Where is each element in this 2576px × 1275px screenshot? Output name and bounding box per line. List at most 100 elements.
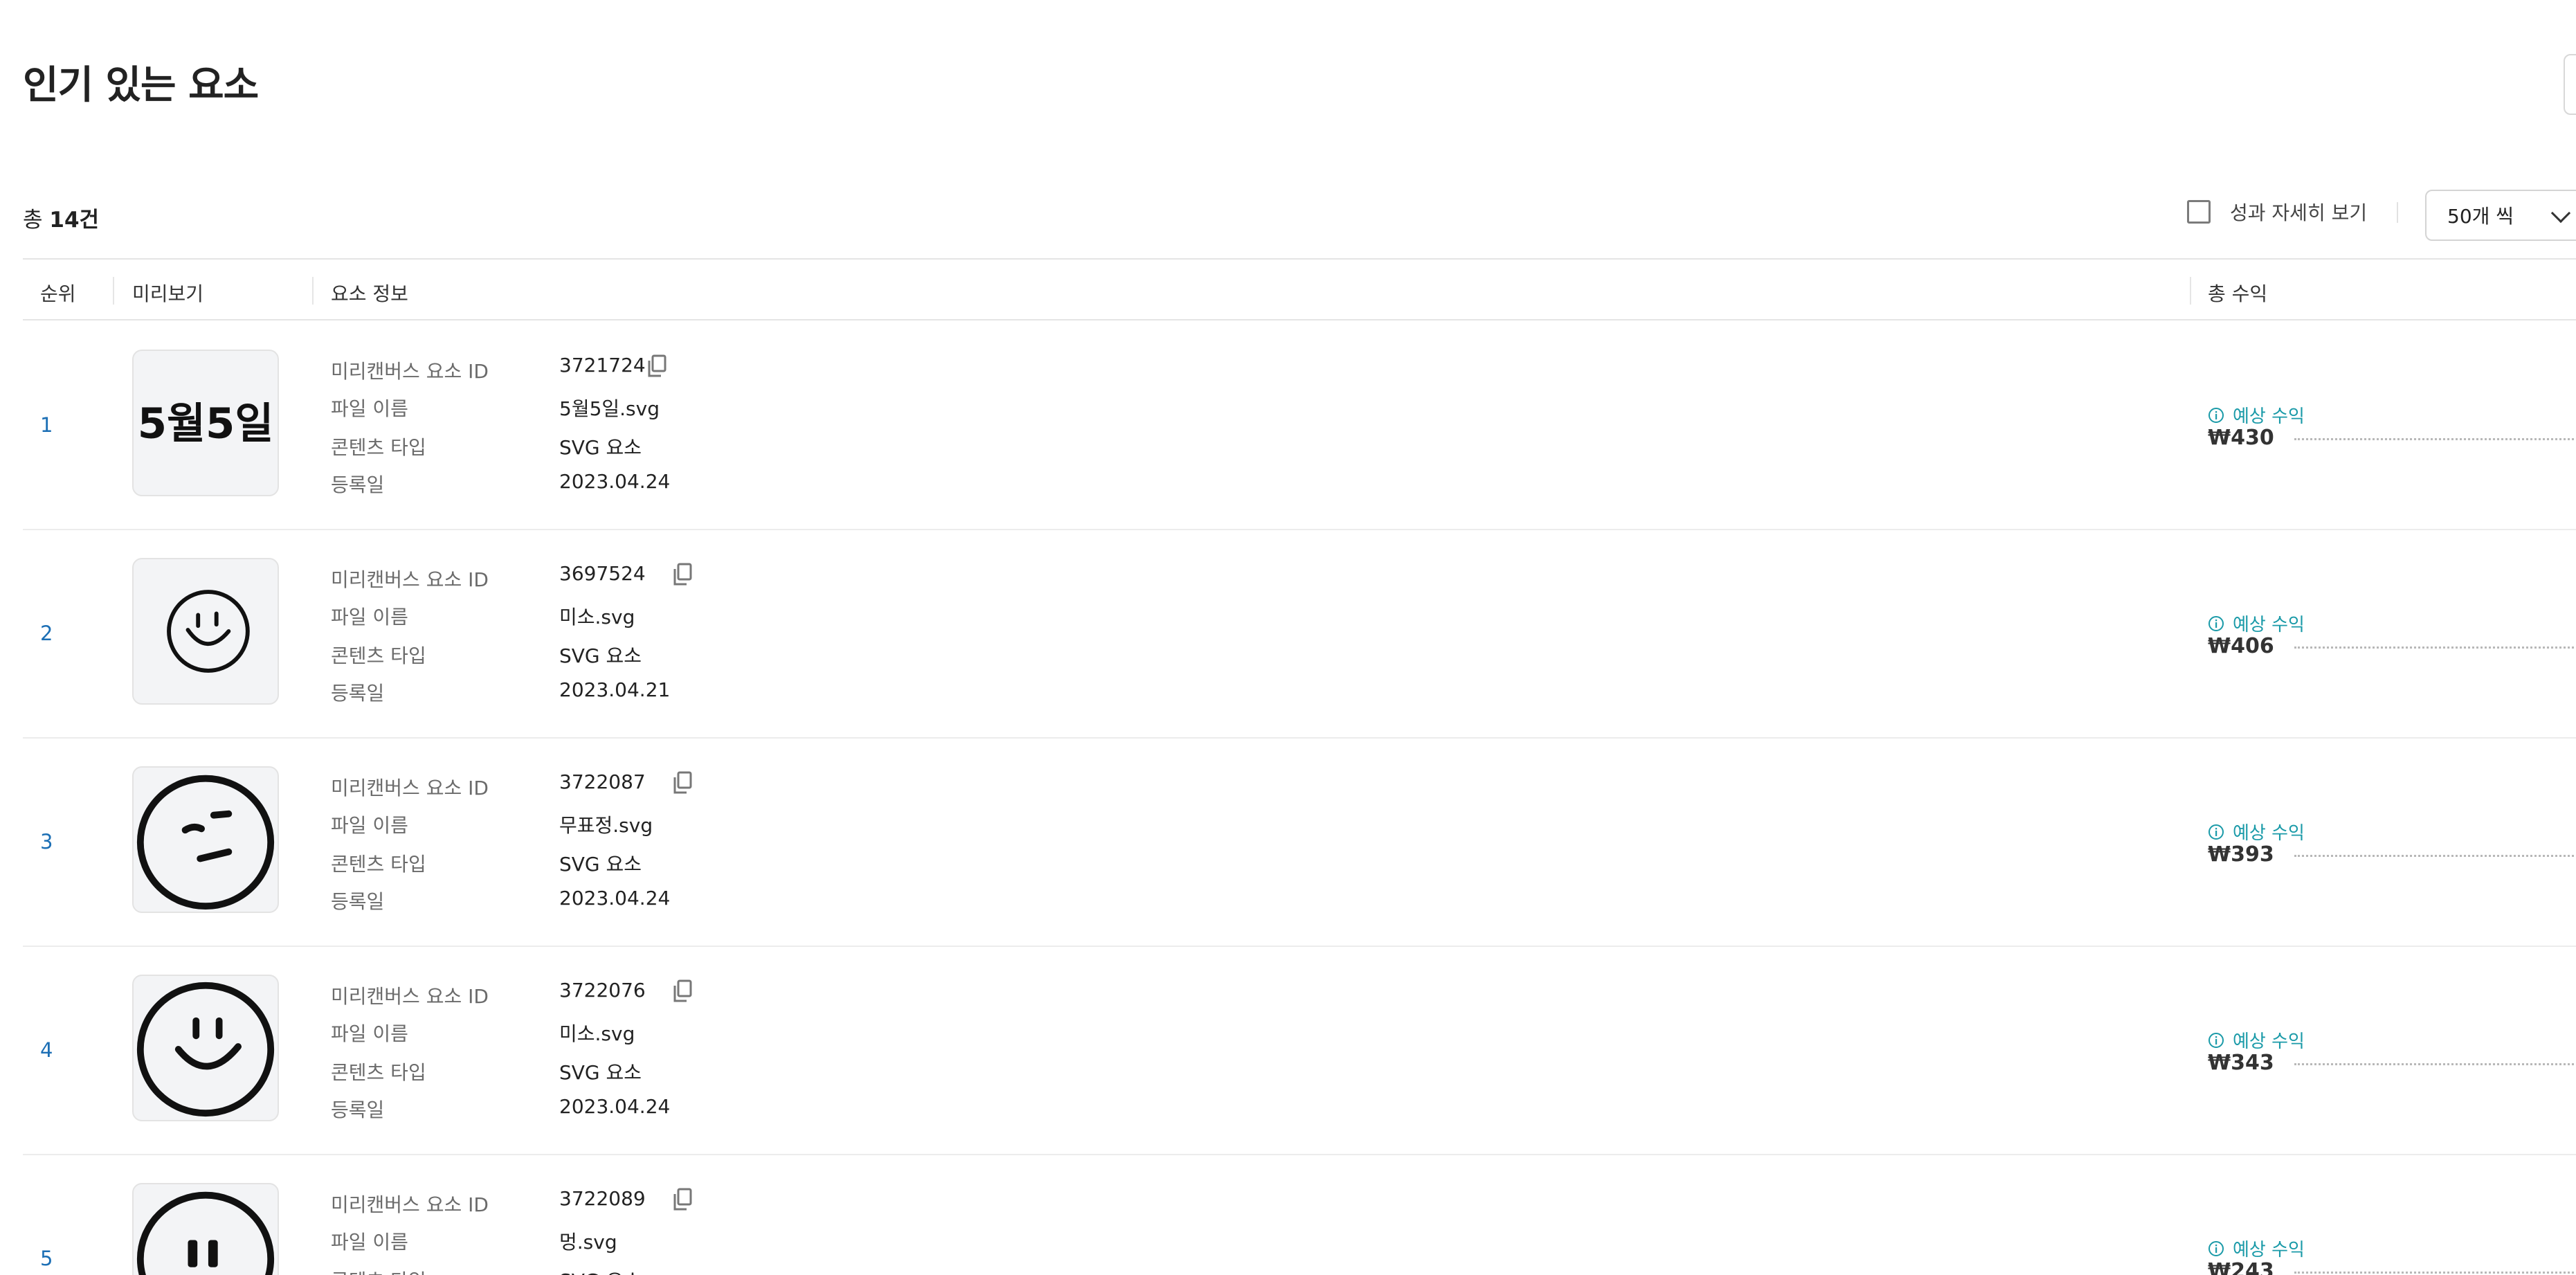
toolbar-divider bbox=[2397, 202, 2398, 223]
field-label-content-type: 콘텐츠 타입 bbox=[331, 1061, 426, 1084]
content-type: SVG 요소 bbox=[559, 436, 642, 459]
header-info: 요소 정보 bbox=[331, 282, 408, 305]
field-label-filename: 파일 이름 bbox=[331, 606, 408, 629]
element-id: 3722089 bbox=[559, 1187, 646, 1210]
copy-icon[interactable] bbox=[671, 562, 693, 587]
element-id: 3722076 bbox=[559, 979, 646, 1002]
preview-thumbnail[interactable] bbox=[132, 558, 279, 705]
table-row[interactable]: 5 미리캔버스 요소 ID 3722089 파일 이름 멍.svg 콘텐츠 타입… bbox=[23, 1155, 2576, 1275]
header-divider bbox=[312, 277, 314, 305]
blank-stare-face-preview-icon bbox=[136, 1191, 275, 1275]
revenue-value: ₩343 bbox=[2208, 1051, 2274, 1075]
field-label-id: 미리캔버스 요소 ID bbox=[331, 568, 489, 591]
performance-detail-checkbox[interactable] bbox=[2187, 200, 2211, 224]
revenue-value: ₩243 bbox=[2208, 1259, 2274, 1275]
table-row[interactable]: 3 미리캔버스 요소 ID 3722087 파일 이름 무표정.svg 콘텐츠 … bbox=[23, 739, 2576, 947]
dot-leader bbox=[2294, 1272, 2576, 1274]
registered-date: 2023.04.21 bbox=[559, 678, 671, 701]
info-icon bbox=[2208, 615, 2224, 631]
preview-thumbnail[interactable] bbox=[132, 975, 279, 1121]
top-right-button[interactable] bbox=[2564, 54, 2576, 115]
rank-link[interactable]: 5 bbox=[40, 1247, 53, 1270]
page-title: 인기 있는 요소 bbox=[23, 63, 259, 108]
preview-thumbnail[interactable] bbox=[132, 1183, 279, 1275]
field-label-content-type: 콘텐츠 타입 bbox=[331, 644, 426, 667]
info-icon bbox=[2208, 1032, 2224, 1048]
copy-icon[interactable] bbox=[671, 979, 693, 1004]
rank-link[interactable]: 4 bbox=[40, 1038, 53, 1062]
element-id: 3697524 bbox=[559, 562, 646, 585]
per-page-select[interactable]: 50개 씩 bbox=[2425, 190, 2576, 241]
element-id: 3722087 bbox=[559, 770, 646, 793]
preview-thumbnail[interactable] bbox=[132, 766, 279, 913]
estimated-revenue-text: 예상 수익 bbox=[2233, 823, 2305, 844]
field-label-content-type: 콘텐츠 타입 bbox=[331, 1266, 426, 1275]
text-5월5일-preview-icon: 5월5일 bbox=[138, 400, 274, 449]
field-label-id: 미리캔버스 요소 ID bbox=[331, 360, 489, 383]
per-page-value: 50개 씩 bbox=[2447, 205, 2514, 228]
rank-link[interactable]: 1 bbox=[40, 413, 53, 437]
field-label-filename: 파일 이름 bbox=[331, 397, 408, 420]
copy-icon[interactable] bbox=[671, 770, 693, 795]
field-label-registered: 등록일 bbox=[331, 473, 385, 496]
rank-link[interactable]: 3 bbox=[40, 830, 53, 853]
filename: 미소.svg bbox=[559, 606, 635, 629]
registered-date: 2023.04.24 bbox=[559, 470, 671, 493]
chevron-down-icon bbox=[2550, 203, 2571, 224]
header-rank: 순위 bbox=[40, 282, 76, 305]
copy-icon[interactable] bbox=[646, 354, 668, 379]
info-icon bbox=[2208, 407, 2224, 423]
total-count: 총 14건 bbox=[23, 202, 99, 233]
estimated-revenue-text: 예상 수익 bbox=[2233, 615, 2305, 635]
content-type: SVG 요소 bbox=[559, 1061, 642, 1084]
estimated-revenue-label[interactable]: 예상 수익 bbox=[2208, 402, 2305, 428]
field-label-id: 미리캔버스 요소 ID bbox=[331, 985, 489, 1008]
field-label-registered: 등록일 bbox=[331, 1098, 385, 1121]
preview-text: 5월5일 bbox=[138, 400, 274, 449]
dot-leader bbox=[2294, 646, 2576, 649]
rank-link[interactable]: 2 bbox=[40, 622, 53, 645]
estimated-revenue-text: 예상 수익 bbox=[2233, 406, 2305, 427]
field-label-registered: 등록일 bbox=[331, 682, 385, 705]
header-divider bbox=[2190, 277, 2191, 305]
estimated-revenue-label[interactable]: 예상 수익 bbox=[2208, 1236, 2305, 1261]
smile-face-small-preview-icon bbox=[167, 590, 250, 673]
copy-icon[interactable] bbox=[671, 1187, 693, 1212]
filename: 5월5일.svg bbox=[559, 397, 660, 420]
field-label-filename: 파일 이름 bbox=[331, 1022, 408, 1045]
field-label-content-type: 콘텐츠 타입 bbox=[331, 436, 426, 459]
field-label-filename: 파일 이름 bbox=[331, 1231, 408, 1254]
table-row[interactable]: 2 미리캔버스 요소 ID 3697524 파일 이름 미소.svg 콘텐츠 타… bbox=[23, 530, 2576, 739]
field-label-id: 미리캔버스 요소 ID bbox=[331, 777, 489, 799]
table-row[interactable]: 1 5월5일 미리캔버스 요소 ID 3721724 파일 이름 5월5일.sv… bbox=[23, 322, 2576, 530]
expressionless-face-preview-icon bbox=[136, 775, 275, 910]
table-header: 순위 미리보기 요소 정보 총 수익 bbox=[23, 260, 2576, 320]
header-revenue: 총 수익 bbox=[2208, 282, 2268, 305]
revenue-value: ₩430 bbox=[2208, 426, 2274, 450]
estimated-revenue-text: 예상 수익 bbox=[2233, 1031, 2305, 1052]
field-label-registered: 등록일 bbox=[331, 890, 385, 913]
registered-date: 2023.04.24 bbox=[559, 1095, 671, 1118]
table-row[interactable]: 4 미리캔버스 요소 ID 3722076 파일 이름 미소.svg 콘텐츠 타… bbox=[23, 947, 2576, 1155]
field-label-id: 미리캔버스 요소 ID bbox=[331, 1193, 489, 1216]
content-type: SVG 요소 bbox=[559, 644, 642, 667]
revenue-value: ₩393 bbox=[2208, 842, 2274, 867]
smile-face-large-preview-icon bbox=[136, 982, 275, 1117]
registered-date: 2023.04.24 bbox=[559, 887, 671, 910]
estimated-revenue-label[interactable]: 예상 수익 bbox=[2208, 611, 2305, 636]
performance-detail-toggle[interactable]: 성과 자세히 보기 bbox=[2187, 198, 2367, 226]
dot-leader bbox=[2294, 855, 2576, 857]
info-icon bbox=[2208, 1240, 2224, 1256]
filename: 미소.svg bbox=[559, 1022, 635, 1045]
estimated-revenue-label[interactable]: 예상 수익 bbox=[2208, 819, 2305, 844]
header-preview: 미리보기 bbox=[132, 282, 204, 305]
estimated-revenue-label[interactable]: 예상 수익 bbox=[2208, 1027, 2305, 1053]
element-id: 3721724 bbox=[559, 354, 646, 377]
filename: 무표정.svg bbox=[559, 814, 653, 837]
field-label-filename: 파일 이름 bbox=[331, 814, 408, 837]
performance-detail-label: 성과 자세히 보기 bbox=[2230, 201, 2368, 224]
preview-thumbnail[interactable]: 5월5일 bbox=[132, 350, 279, 496]
field-label-content-type: 콘텐츠 타입 bbox=[331, 853, 426, 876]
info-icon bbox=[2208, 824, 2224, 840]
total-prefix: 총 bbox=[23, 208, 50, 233]
